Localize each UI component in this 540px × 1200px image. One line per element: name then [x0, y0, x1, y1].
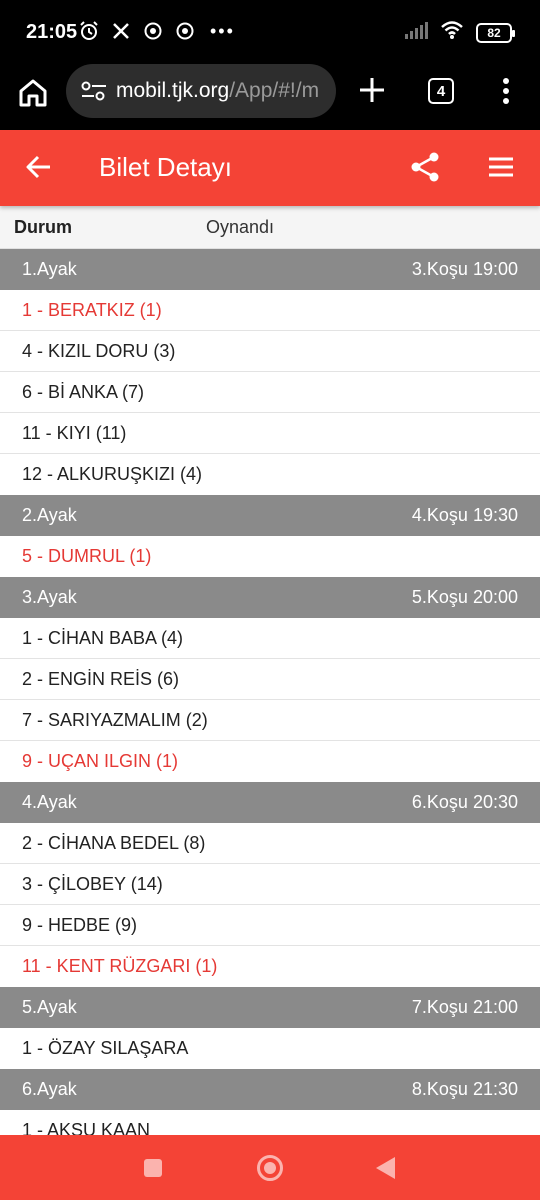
back-nav-icon[interactable] [376, 1157, 395, 1179]
leg-header: 2.Ayak 4.Koşu 19:30 [0, 495, 540, 536]
runner-row: 1 - CİHAN BABA (4) [0, 618, 540, 659]
legs-list: 1.Ayak 3.Koşu 19:00 1 - BERATKIZ (1) 4 - KI… [0, 249, 540, 1135]
race-time: 7.Koşu 21:00 [411, 997, 518, 1017]
recent-apps-icon[interactable] [144, 1159, 162, 1177]
leg-label: 4.Ayak [22, 792, 77, 812]
system-status-bar: 21:05 ••• 82 [0, 0, 540, 64]
leg-header: 5.Ayak 7.Koşu 21:00 [0, 987, 540, 1028]
x-app-icon [110, 20, 132, 42]
browser-toolbar: mobil.tjk.org/App/#!/m 4 [0, 64, 540, 130]
runner-row-winner: 1 - BERATKIZ (1) [0, 290, 540, 331]
runner-row: 11 - KIYI (11) [0, 413, 540, 454]
runner-row: 1 - AKSU KAAN [22, 1120, 151, 1135]
runner-row: 3 - ÇİLOBEY (14) [0, 864, 540, 905]
home-icon[interactable] [16, 76, 50, 110]
status-label: Durum [14, 216, 72, 237]
back-arrow-icon[interactable] [24, 152, 54, 182]
race-time: 6.Koşu 20:30 [411, 792, 518, 812]
system-navigation-bar [0, 1135, 540, 1200]
new-tab-icon[interactable] [356, 74, 388, 106]
race-time: 3.Koşu 19:00 [411, 259, 518, 279]
runner-row-winner: 11 - KENT RÜZGARI (1) [22, 956, 218, 976]
leg-header: 4.Ayak 6.Koşu 20:30 [0, 782, 540, 823]
url-path: /App/#!/m [229, 79, 320, 102]
race-time: 5.Koşu 20:00 [411, 587, 518, 607]
url-host: mobil.tjk.org [116, 79, 230, 102]
status-value: Oynandı [206, 216, 275, 237]
runner-row-winner: 5 - DUMRUL (1) [22, 546, 152, 566]
leg-header: 3.Ayak 5.Koşu 20:00 [0, 577, 540, 618]
browser-menu-icon[interactable] [496, 76, 516, 106]
leg-label: 1.Ayak [22, 259, 77, 279]
app-header: Bilet Detayı [0, 130, 540, 206]
site-settings-icon[interactable] [80, 79, 108, 103]
home-nav-icon[interactable] [257, 1155, 283, 1181]
runner-row: 7 - SARIYAZMALIM (2) [0, 700, 540, 741]
runner-row: 9 - HEDBE (9) [0, 905, 540, 946]
runner-row: 12 - ALKURUŞKIZI (4) [22, 464, 203, 484]
runner-row-winner: 9 - UÇAN ILGIN (1) [22, 751, 179, 771]
notification-icons: ••• [78, 20, 235, 42]
chrome-icon [142, 20, 164, 42]
alarm-icon [78, 20, 100, 42]
leg-label: 2.Ayak [22, 505, 77, 525]
race-time: 4.Koşu 19:30 [411, 505, 518, 525]
share-icon[interactable] [408, 150, 442, 184]
url-text: mobil.tjk.org/App/#!/m [116, 79, 319, 103]
leg-label: 3.Ayak [22, 587, 77, 607]
system-indicators: 82 [404, 20, 515, 45]
runner-row: 4 - KIZIL DORU (3) [0, 331, 540, 372]
runner-row: 2 - CİHANA BEDEL (8) [0, 823, 540, 864]
ticket-status-row: Durum Oynandı [0, 206, 540, 249]
address-bar[interactable]: mobil.tjk.org/App/#!/m [66, 64, 336, 118]
status-time: 21:05 [26, 21, 78, 43]
tab-switcher-button[interactable]: 4 [428, 78, 454, 104]
race-time: 8.Koşu 21:30 [411, 1079, 518, 1099]
ticket-detail-content[interactable]: Durum Oynandı 1.Ayak 3.Koşu 19:00 1 - BERA… [0, 206, 540, 1135]
runner-row: 6 - Bİ ANKA (7) [0, 372, 540, 413]
leg-header: 1.Ayak 3.Koşu 19:00 [0, 249, 540, 290]
leg-label: 5.Ayak [22, 997, 77, 1017]
page-title: Bilet Detayı [99, 152, 232, 182]
battery-icon: 82 [476, 22, 515, 43]
runner-row: 1 - ÖZAY SILAŞARA [22, 1038, 189, 1058]
chrome-icon [174, 20, 196, 42]
wifi-icon [440, 20, 464, 45]
hamburger-menu-icon[interactable] [486, 152, 516, 182]
leg-label: 6.Ayak [22, 1079, 77, 1099]
signal-icon [404, 21, 428, 44]
more-dots-icon: ••• [210, 20, 235, 41]
runner-row: 2 - ENGİN REİS (6) [0, 659, 540, 700]
leg-header: 6.Ayak 8.Koşu 21:30 [0, 1069, 540, 1110]
